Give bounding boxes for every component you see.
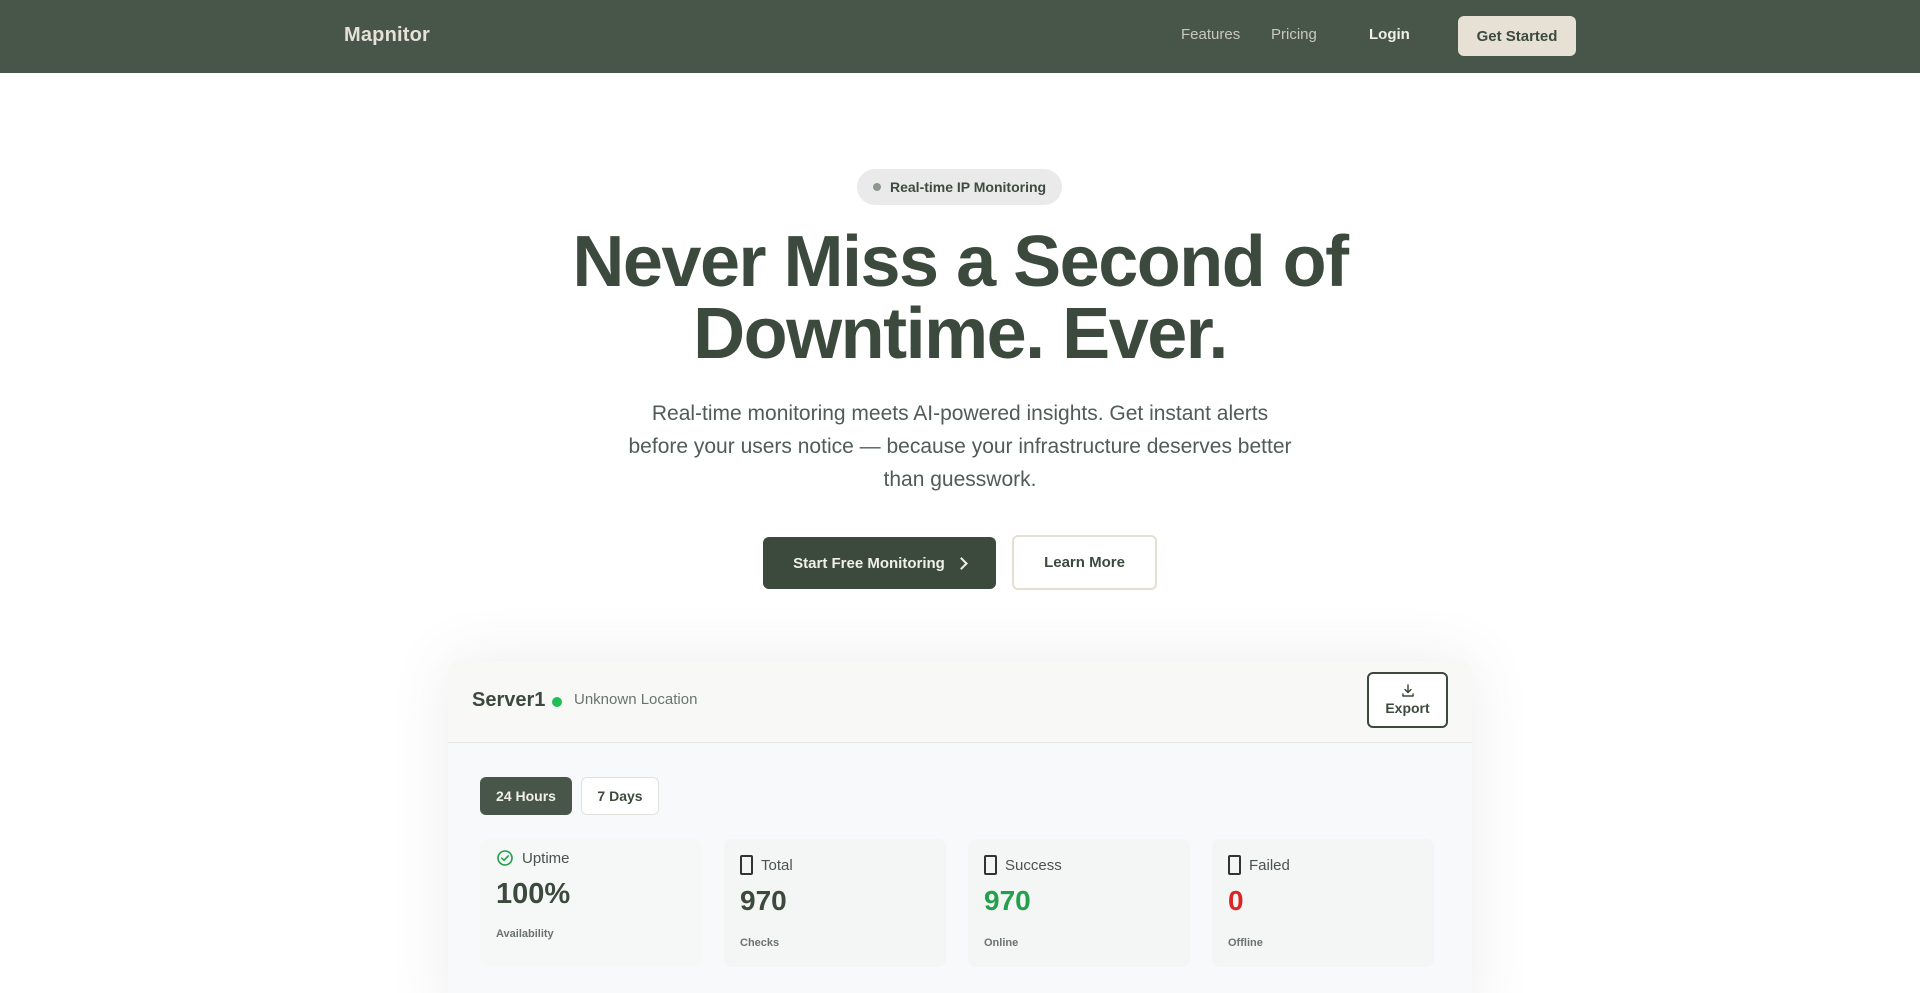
nav-login-link[interactable]: Login [1369, 26, 1410, 43]
hero-headline-line1: Never Miss a Second of [572, 222, 1349, 302]
dashboard-preview-card: Server1 Unknown Location Export 24 Hours… [448, 661, 1472, 993]
download-icon [1401, 684, 1414, 697]
hero-headline-line2: Downtime. Ever. [693, 294, 1228, 374]
stat-sublabel: Online [984, 937, 1019, 949]
brand-logo[interactable]: Mapnitor [344, 24, 430, 47]
stat-label: Total [761, 856, 793, 874]
learn-more-button[interactable]: Learn More [1012, 535, 1157, 590]
stat-label: Uptime [522, 849, 570, 867]
check-circle-icon [497, 850, 513, 866]
stat-sublabel: Checks [740, 937, 780, 949]
top-navbar: Mapnitor Features Pricing Login Get Star… [0, 0, 1920, 73]
stat-sublabel: Offline [1228, 937, 1263, 949]
nav-link-pricing[interactable]: Pricing [1271, 26, 1317, 43]
get-started-button[interactable]: Get Started [1458, 16, 1576, 56]
box-icon [740, 855, 753, 875]
nav-link-features[interactable]: Features [1181, 26, 1240, 43]
stat-value: 100% [496, 878, 571, 910]
hero-subtext: Real-time monitoring meets AI-powered in… [628, 402, 1292, 491]
box-icon [1228, 855, 1241, 875]
hero-badge-label: Real-time IP Monitoring [890, 179, 1047, 195]
stat-label: Success [1005, 856, 1062, 874]
stat-card-uptime: Uptime 100% Availability [480, 839, 702, 967]
start-free-monitoring-button[interactable]: Start Free Monitoring [763, 537, 996, 589]
start-free-monitoring-label: Start Free Monitoring [793, 554, 945, 572]
tab-7-days[interactable]: 7 Days [581, 777, 659, 815]
stat-card-success: Success 970 Online [968, 839, 1190, 967]
export-button[interactable]: Export [1367, 672, 1448, 728]
server-header: Server1 Unknown Location Export [448, 661, 1472, 743]
badge-dot-icon [873, 183, 881, 191]
stat-label: Failed [1249, 856, 1290, 874]
stat-value: 0 [1228, 885, 1244, 916]
server-stats-body: 24 Hours 7 Days Uptime 100% Availability… [448, 743, 1472, 993]
stat-card-failed: Failed 0 Offline [1212, 839, 1434, 967]
hero-badge: Real-time IP Monitoring [857, 169, 1063, 205]
stat-sublabel: Availability [496, 928, 554, 940]
tab-24-hours[interactable]: 24 Hours [480, 777, 572, 815]
server-name: Server1 [472, 689, 546, 711]
stat-card-total: Total 970 Checks [724, 839, 946, 967]
server-location: Unknown Location [574, 691, 698, 708]
export-label: Export [1385, 700, 1430, 716]
box-icon [984, 855, 997, 875]
stat-value: 970 [740, 885, 787, 916]
stat-value: 970 [984, 885, 1031, 916]
chevron-right-icon [954, 557, 968, 570]
online-status-icon [552, 697, 562, 707]
hero-headline: Never Miss a Second of Downtime. Ever. [460, 226, 1460, 370]
